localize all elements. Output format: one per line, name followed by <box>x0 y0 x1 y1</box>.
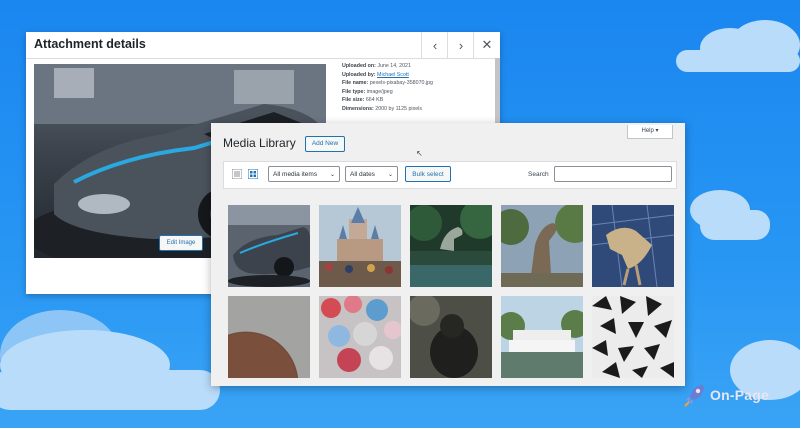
bulk-select-button[interactable]: Bulk select <box>405 166 451 182</box>
page-title: Media Library <box>223 136 296 150</box>
media-thumbnail-sphere[interactable] <box>228 296 310 378</box>
search-label: Search <box>528 171 549 178</box>
edit-image-button[interactable]: Edit Image <box>159 235 203 251</box>
dimensions-label: Dimensions: <box>342 105 374 112</box>
brand-logo: On-Page <box>684 383 769 407</box>
media-thumbnail-dinosaur-water[interactable] <box>410 205 492 287</box>
search-input[interactable] <box>554 166 672 182</box>
chevron-down-icon: ⌄ <box>387 172 393 178</box>
media-thumbnail-geodesic[interactable] <box>592 296 674 378</box>
rocket-icon <box>684 385 704 407</box>
media-toolbar: All media items ⌄ All dates ⌄ Bulk selec… <box>223 161 677 189</box>
uploaded-on-value: June 14, 2021 <box>377 63 411 69</box>
attachment-metadata: Uploaded on: June 14, 2021 Uploaded by: … <box>342 62 492 114</box>
dimensions-value: 2000 by 1125 pixels <box>375 105 423 112</box>
media-thumbnail-riverboat[interactable] <box>501 296 583 378</box>
next-button[interactable]: › <box>447 32 474 58</box>
date-value: All dates <box>350 171 375 178</box>
media-thumbnail-car[interactable] <box>228 205 310 287</box>
chevron-right-icon: › <box>458 37 464 53</box>
list-view-icon[interactable] <box>232 169 242 179</box>
media-thumbnail-trex-skeleton[interactable] <box>592 205 674 287</box>
file-name-label: File name: <box>342 80 369 87</box>
brand-name: On-Page <box>710 387 769 403</box>
media-thumbnail-castle[interactable] <box>319 205 401 287</box>
close-icon: ✕ <box>481 37 493 52</box>
file-type-value: image/jpeg <box>366 88 393 95</box>
help-button[interactable]: Help ▾ <box>627 125 673 139</box>
modal-header: Attachment details ‹ › ✕ <box>26 32 500 59</box>
media-type-value: All media items <box>273 171 318 178</box>
help-label: Help <box>641 128 654 134</box>
media-library-panel: Help ▾ Media Library Add New All media i… <box>211 123 685 386</box>
chevron-down-icon: ⌄ <box>329 172 335 178</box>
media-thumbnail-dinosaur-garden[interactable] <box>501 205 583 287</box>
media-type-filter[interactable]: All media items ⌄ <box>268 166 340 182</box>
uploaded-on-label: Uploaded on: <box>342 63 376 69</box>
media-thumbnail-gorilla[interactable] <box>410 296 492 378</box>
uploaded-by-label: Uploaded by: <box>342 71 376 78</box>
date-filter[interactable]: All dates ⌄ <box>345 166 398 182</box>
file-type-label: File type: <box>342 88 366 95</box>
add-new-button[interactable]: Add New <box>305 136 345 152</box>
grid-view-icon[interactable] <box>248 169 258 179</box>
chevron-left-icon: ‹ <box>432 37 438 53</box>
previous-button[interactable]: ‹ <box>421 32 448 58</box>
file-size-label: File size: <box>342 97 365 104</box>
uploaded-by-link[interactable]: Michael Scott <box>377 72 409 78</box>
file-size-value: 664 KB <box>365 97 384 104</box>
media-thumbnail-balloons[interactable] <box>319 296 401 378</box>
file-name-value: pexels-pixabay-358070.jpg <box>369 80 433 87</box>
caret-down-icon: ▾ <box>655 128 659 134</box>
mouse-cursor-icon: ↖ <box>416 149 423 158</box>
modal-title: Attachment details <box>34 37 146 51</box>
close-button[interactable]: ✕ <box>473 32 500 58</box>
